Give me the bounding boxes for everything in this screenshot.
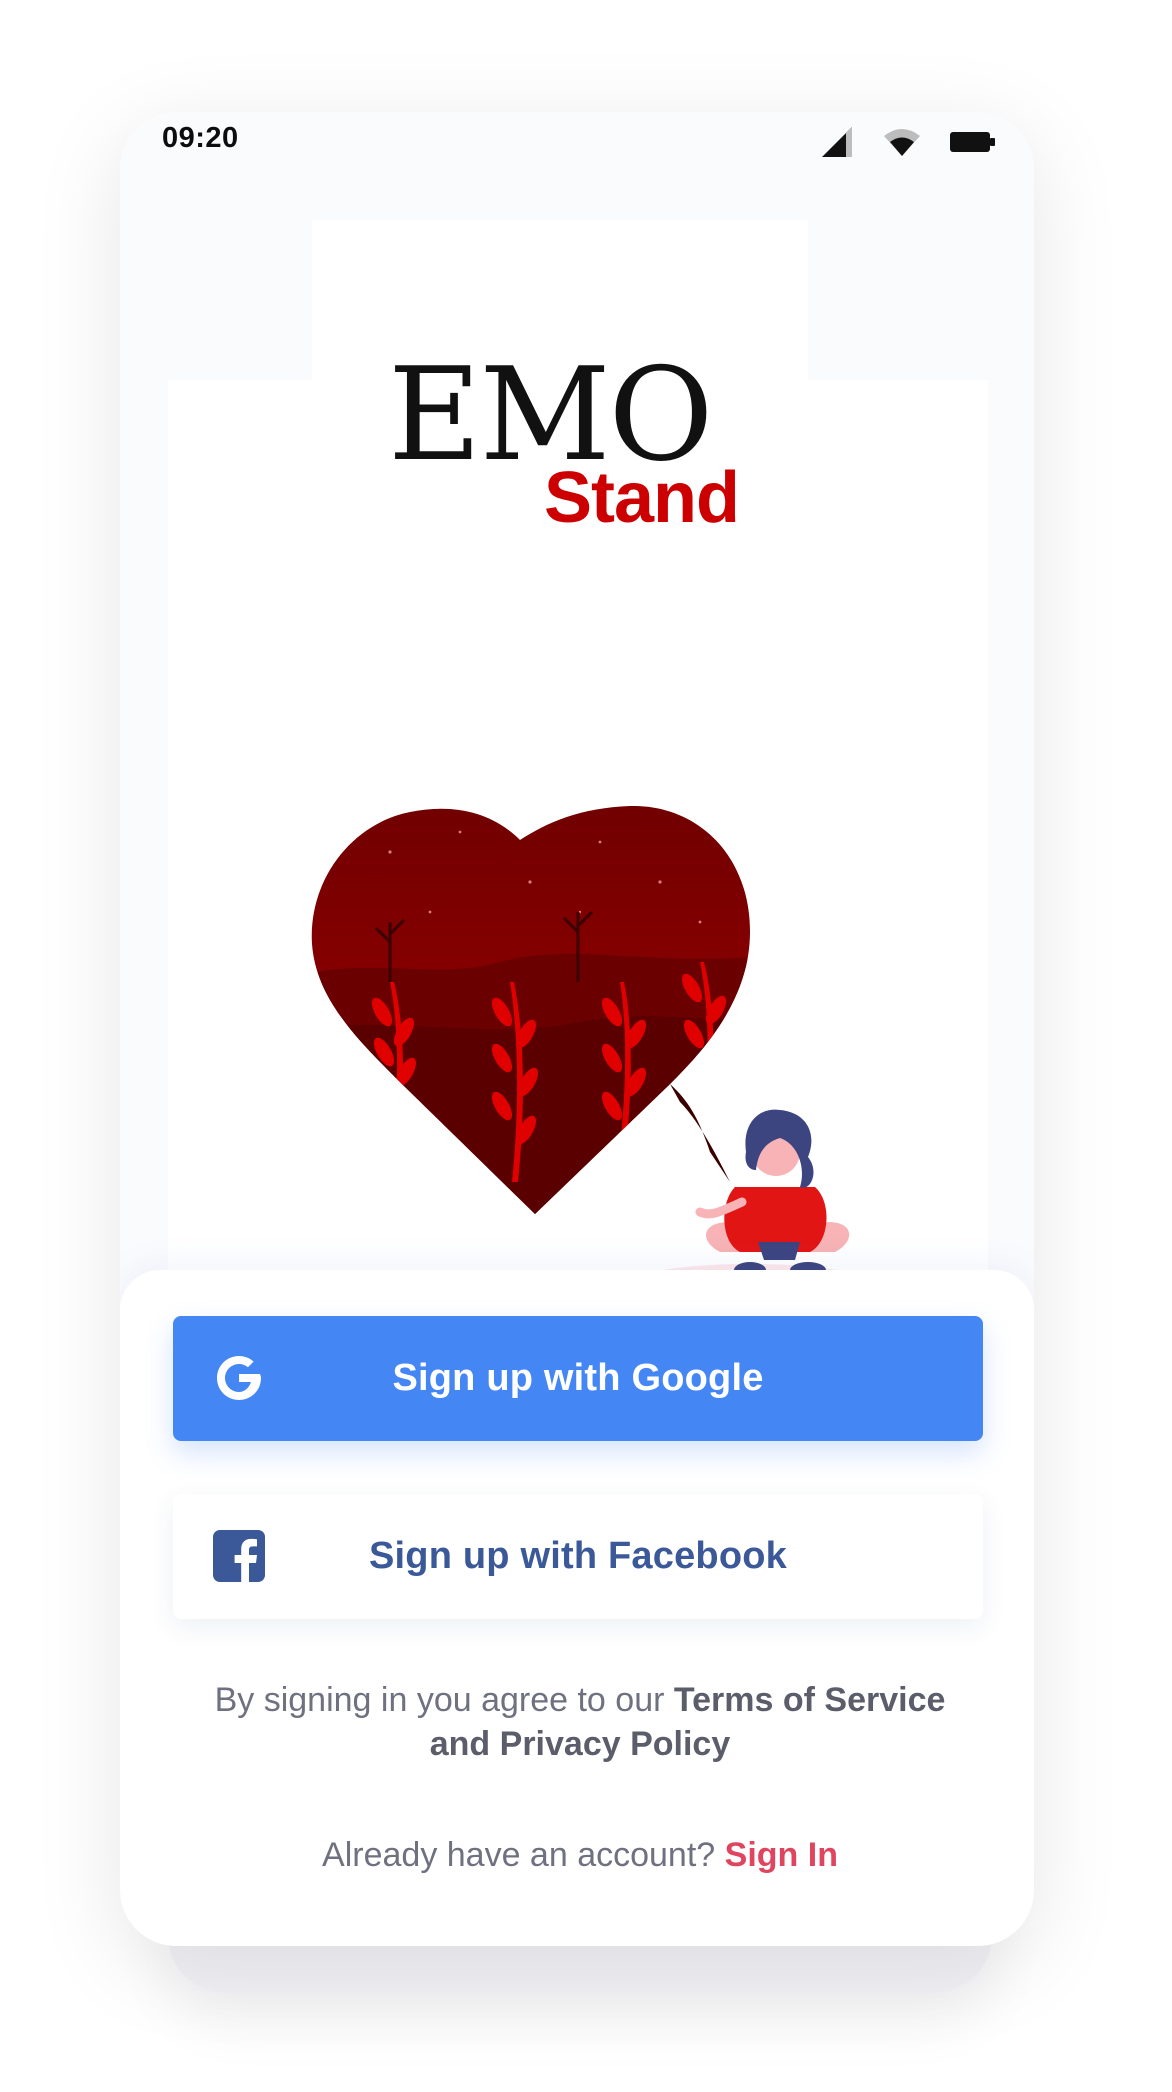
google-icon bbox=[217, 1356, 261, 1400]
logo-stand-text: Stand bbox=[544, 458, 740, 538]
signin-prompt: Already have an account? bbox=[322, 1836, 725, 1874]
status-icons bbox=[820, 124, 996, 160]
signup-google-button[interactable]: Sign up with Google bbox=[173, 1316, 983, 1441]
phone-screen: 09:20 EMO Stand Sign up with Google Sign… bbox=[120, 112, 1034, 1946]
terms-prefix: By signing in you agree to our bbox=[214, 1681, 674, 1719]
signup-google-label: Sign up with Google bbox=[392, 1357, 764, 1399]
signup-facebook-button[interactable]: Sign up with Facebook bbox=[173, 1494, 983, 1619]
facebook-icon bbox=[213, 1530, 265, 1584]
heart-illustration bbox=[311, 805, 860, 1296]
signal-icon bbox=[822, 127, 852, 157]
wifi-icon bbox=[884, 129, 920, 156]
signup-facebook-label: Sign up with Facebook bbox=[369, 1535, 787, 1577]
status-time: 09:20 bbox=[162, 122, 239, 154]
signin-row: Already have an account? Sign In bbox=[180, 1836, 980, 1875]
terms-text: By signing in you agree to our Terms of … bbox=[180, 1678, 980, 1766]
battery-icon bbox=[950, 132, 995, 152]
signin-link[interactable]: Sign In bbox=[725, 1836, 838, 1874]
status-bar: 09:20 bbox=[120, 112, 1034, 168]
